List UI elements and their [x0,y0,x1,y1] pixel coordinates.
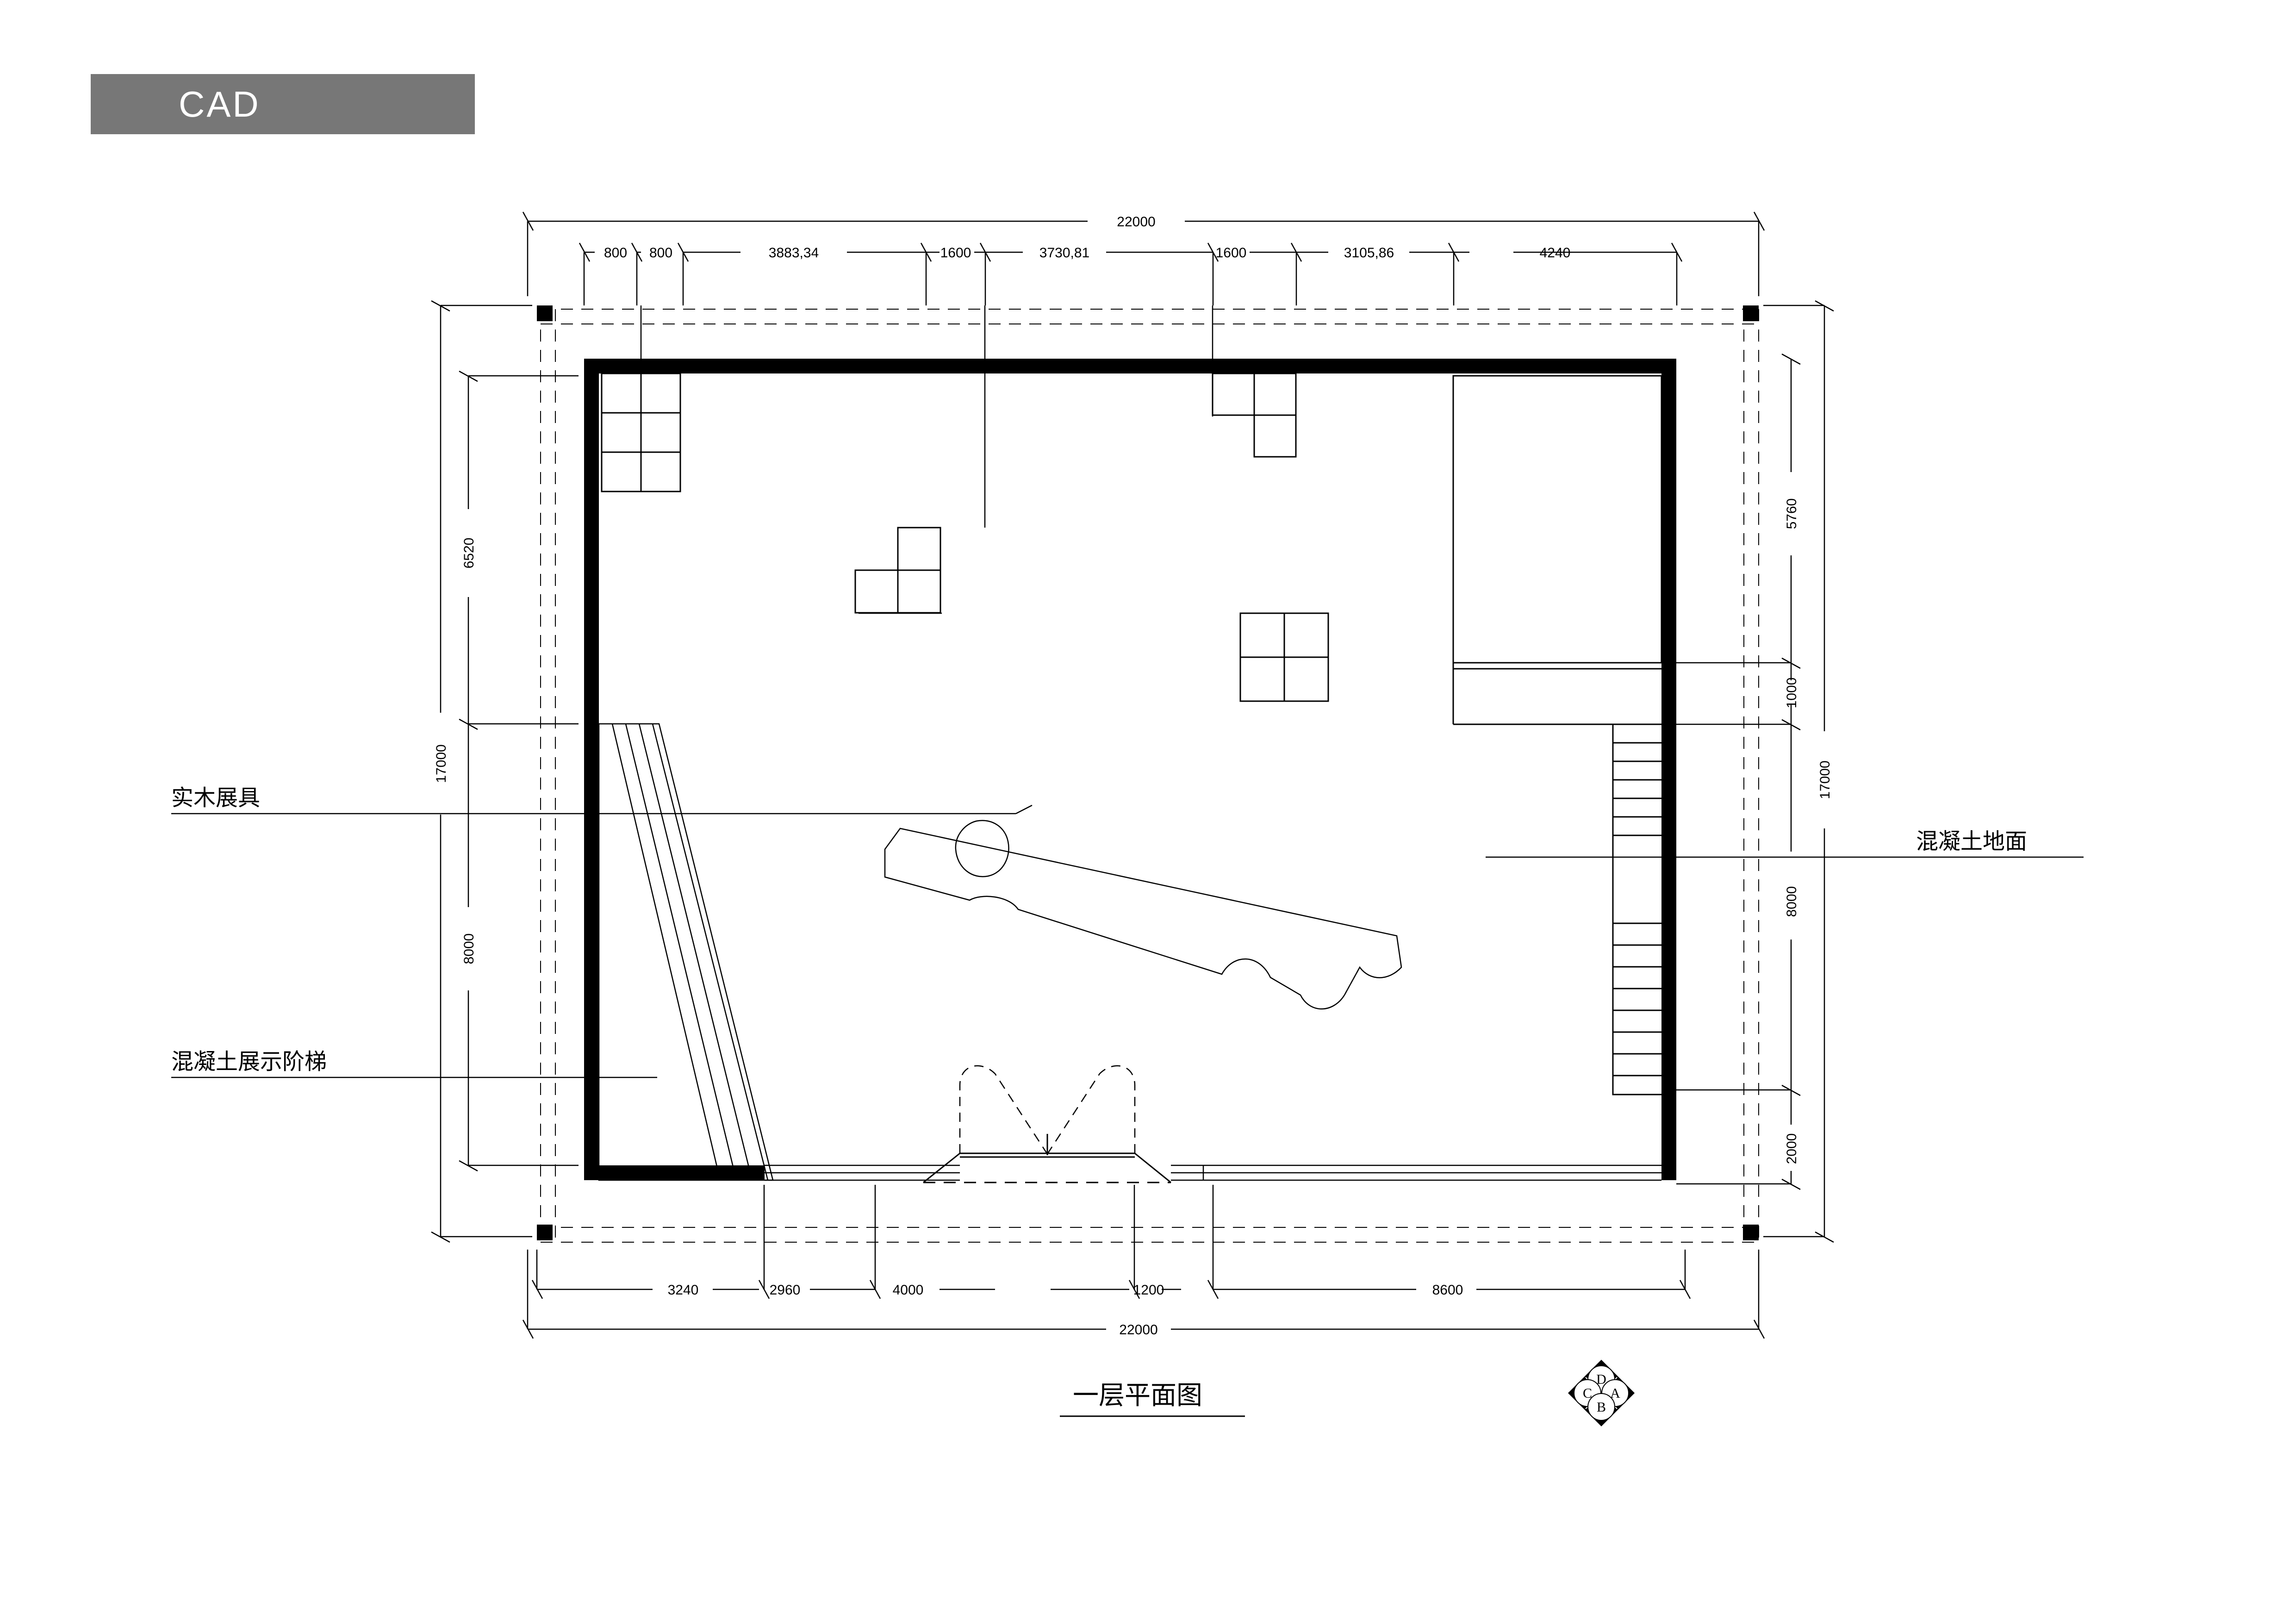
dim-top-seg-8: 4240 [1540,245,1571,261]
entrance-platform [923,1152,1171,1183]
orientation-symbol: D C A B [1568,1360,1635,1426]
cad-sheet: C AD 22000 800 800 3883,34 1600 3730,81 1… [0,0,2296,1624]
annotation-leader-solid-wood [171,804,1033,815]
dim-top-overall-label: 22000 [1117,214,1155,230]
orientation-label-right: A [1610,1386,1620,1401]
dim-top-seg-6: 1600 [1216,245,1247,261]
dim-bottom-seg-3: 4000 [893,1282,924,1298]
dim-left-seg-1: 6520 [461,538,477,569]
display-fixture-top-center [1212,373,1297,458]
dim-right-chain [1676,353,1801,1190]
grid-axis-lines [540,309,1759,1243]
dim-top-seg-3: 3883,34 [769,245,819,261]
display-fixture-mid-left [854,527,941,614]
staircase [1612,723,1663,1095]
orientation-label-bottom: B [1597,1400,1606,1415]
annotation-label-solid-wood: 实木展具 [171,785,260,811]
dim-right-seg-3: 8000 [1784,886,1799,917]
building-walls [584,359,1676,1180]
dim-bottom-seg-2: 2960 [770,1282,801,1298]
dim-top-seg-1: 800 [604,245,627,261]
dim-right-seg-4: 2000 [1784,1133,1799,1164]
dim-top-seg-2: 800 [649,245,672,261]
orientation-label-left: C [1583,1386,1592,1401]
dim-bottom-seg-5: 8600 [1432,1282,1463,1298]
annotation-label-concrete-stairs: 混凝土展示阶梯 [171,1049,327,1075]
dim-right-overall-label: 17000 [1817,760,1833,799]
dim-bottom-overall-label: 22000 [1119,1322,1157,1338]
dim-top-chain [579,243,1683,305]
annotation-label-concrete-floor: 混凝土地面 [1916,828,2027,854]
floor-edge-lines [765,1164,1661,1181]
orientation-label-top: D [1596,1372,1606,1387]
dim-top-seg-7: 3105,86 [1344,245,1394,261]
axis-corner-markers [537,305,1759,1240]
dim-top-seg-4: 1600 [940,245,971,261]
dim-left-chain [459,370,579,1172]
hanger-lines [640,305,1213,614]
display-fixture-mid-right [1239,612,1329,702]
dim-right-seg-2: 1000 [1784,678,1799,709]
upper-right-room [1452,375,1676,725]
organic-display-fixture [884,820,1402,1010]
dim-left-overall-label: 17000 [434,744,449,783]
concrete-display-stairs-shape [598,723,774,1181]
dim-bottom-seg-4: 1200 [1133,1282,1164,1298]
dim-top-seg-5: 3730,81 [1039,245,1089,261]
dim-bottom-seg-1: 3240 [668,1282,699,1298]
dim-left-seg-2: 8000 [461,933,477,964]
drawing-title: 一层平面图 [1073,1381,1202,1411]
floor-plan-drawing: 22000 800 800 3883,34 1600 3730,81 1600 … [171,212,2084,1426]
dim-right-seg-1: 5760 [1784,498,1799,529]
